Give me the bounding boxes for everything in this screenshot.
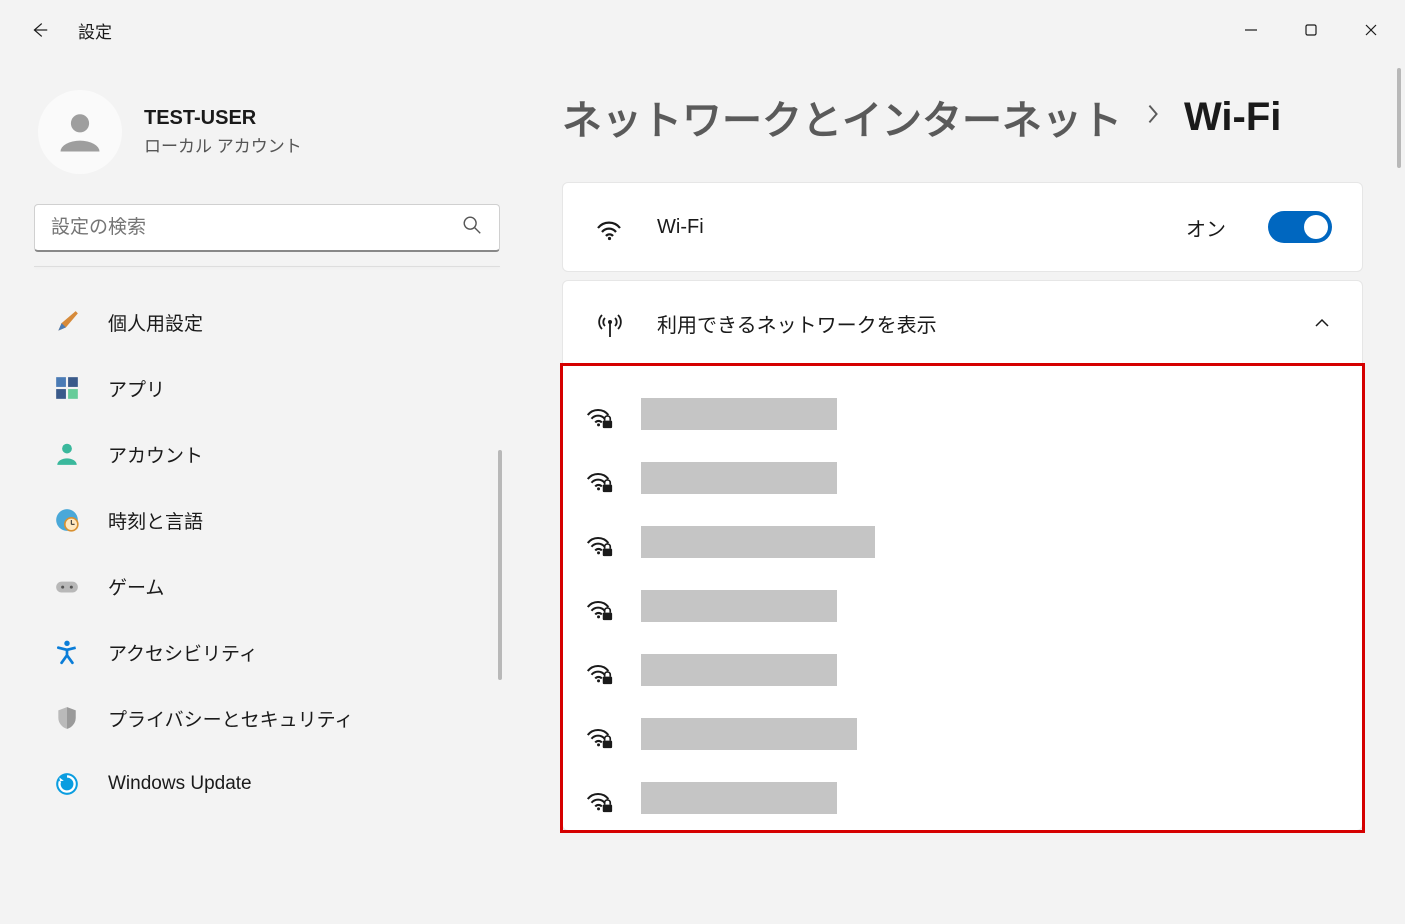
breadcrumb: ネットワークとインターネット Wi-Fi [562, 88, 1363, 146]
person-icon [52, 439, 82, 469]
available-networks-card: 利用できるネットワークを表示 [562, 280, 1363, 831]
search-input[interactable] [51, 217, 461, 239]
app-title: 設定 [78, 18, 112, 43]
network-name-redacted [641, 398, 837, 430]
network-name-redacted [641, 590, 837, 622]
globe-clock-icon [52, 505, 82, 535]
breadcrumb-parent[interactable]: ネットワークとインターネット [562, 88, 1122, 146]
wifi-secured-icon [583, 592, 615, 620]
wifi-secured-icon [583, 464, 615, 492]
network-item[interactable] [581, 382, 1344, 446]
search-icon [461, 214, 483, 241]
wifi-secured-icon [583, 656, 615, 684]
user-section[interactable]: TEST-USER ローカル アカウント [28, 60, 510, 204]
account-type: ローカル アカウント [144, 132, 302, 157]
apps-icon [52, 373, 82, 403]
toggle-state-label: オン [1186, 213, 1226, 242]
divider [34, 266, 500, 267]
network-item[interactable] [581, 702, 1344, 766]
chevron-right-icon [1144, 100, 1162, 134]
nav-item-windows-update[interactable]: Windows Update [34, 753, 504, 815]
wifi-secured-icon [583, 528, 615, 556]
wifi-toggle-card: Wi-Fi オン [562, 182, 1363, 272]
username: TEST-USER [144, 107, 302, 130]
main-content: ネットワークとインターネット Wi-Fi Wi-Fi オン [520, 60, 1405, 924]
network-list [560, 363, 1365, 833]
network-name-redacted [641, 654, 837, 686]
wifi-label: Wi-Fi [657, 216, 1156, 239]
close-button[interactable] [1341, 6, 1401, 54]
wifi-toggle[interactable] [1268, 211, 1332, 243]
avatar [38, 90, 122, 174]
maximize-button[interactable] [1281, 6, 1341, 54]
nav-label: ゲーム [108, 573, 164, 600]
available-networks-header[interactable]: 利用できるネットワークを表示 [563, 281, 1362, 366]
wifi-icon [593, 212, 627, 242]
network-name-redacted [641, 526, 875, 558]
nav-label: Windows Update [108, 773, 252, 795]
window-controls [1221, 6, 1401, 54]
nav-label: アプリ [108, 375, 165, 402]
nav-item-accessibility[interactable]: アクセシビリティ [34, 621, 504, 683]
nav-list: 個人用設定 アプリ アカウント 時刻と言語 [28, 291, 510, 815]
wifi-secured-icon [583, 720, 615, 748]
network-item[interactable] [581, 766, 1344, 830]
back-button[interactable] [28, 19, 50, 41]
network-item[interactable] [581, 574, 1344, 638]
network-name-redacted [641, 718, 857, 750]
accessibility-icon [52, 637, 82, 667]
nav-item-gaming[interactable]: ゲーム [34, 555, 504, 617]
minimize-button[interactable] [1221, 6, 1281, 54]
sidebar: TEST-USER ローカル アカウント 個人用設定 アプリ [0, 60, 520, 924]
nav-label: アカウント [108, 441, 203, 468]
main-scrollbar[interactable] [1397, 68, 1401, 168]
antenna-icon [593, 307, 627, 339]
network-name-redacted [641, 782, 837, 814]
wifi-secured-icon [583, 400, 615, 428]
search-box[interactable] [34, 204, 500, 252]
sidebar-scrollbar[interactable] [498, 450, 502, 680]
network-item[interactable] [581, 638, 1344, 702]
nav-label: 個人用設定 [108, 309, 203, 336]
nav-item-accounts[interactable]: アカウント [34, 423, 504, 485]
network-item[interactable] [581, 510, 1344, 574]
gamepad-icon [52, 571, 82, 601]
nav-label: アクセシビリティ [108, 639, 258, 666]
network-item[interactable] [581, 446, 1344, 510]
available-networks-label: 利用できるネットワークを表示 [657, 309, 1282, 338]
titlebar: 設定 [0, 0, 1405, 60]
update-icon [52, 769, 82, 799]
nav-item-personalization[interactable]: 個人用設定 [34, 291, 504, 353]
nav-label: プライバシーとセキュリティ [108, 705, 353, 732]
chevron-up-icon [1312, 313, 1332, 333]
nav-item-time-language[interactable]: 時刻と言語 [34, 489, 504, 551]
nav-item-apps[interactable]: アプリ [34, 357, 504, 419]
page-title: Wi-Fi [1184, 95, 1281, 140]
nav-item-privacy[interactable]: プライバシーとセキュリティ [34, 687, 504, 749]
shield-icon [52, 703, 82, 733]
wifi-secured-icon [583, 784, 615, 812]
nav-label: 時刻と言語 [108, 507, 203, 534]
network-name-redacted [641, 462, 837, 494]
paintbrush-icon [52, 307, 82, 337]
